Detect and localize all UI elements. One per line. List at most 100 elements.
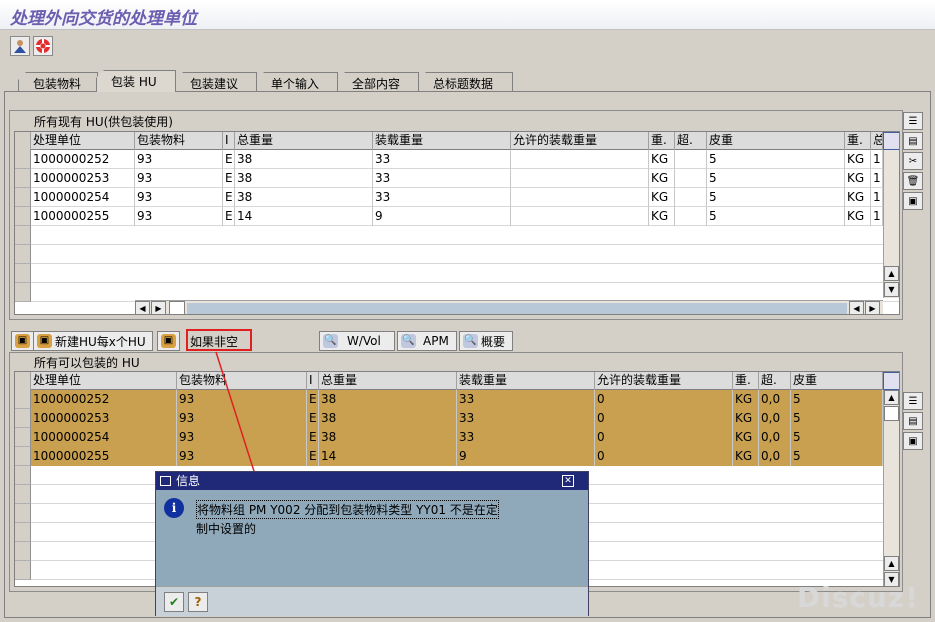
pack-icon-button[interactable]: ▣ (11, 331, 34, 351)
cell: 9 (373, 207, 511, 226)
tab-packaging-material[interactable]: 包装物料 (18, 72, 98, 92)
col-header[interactable]: 装载重量 (457, 372, 595, 390)
col-header[interactable]: 总重量 (235, 132, 373, 150)
cell: 1000000252 (31, 150, 135, 169)
row-selector[interactable] (15, 207, 31, 226)
tab-single-entry[interactable]: 单个输入 (256, 72, 338, 92)
apm-button[interactable]: 🔍 APM (397, 331, 457, 351)
row-selector[interactable] (15, 523, 31, 542)
scroll-right-icon[interactable]: ▶ (865, 301, 880, 314)
wvol-button[interactable]: 🔍 W/Vol (319, 331, 395, 351)
table-row[interactable]: 1000000254 93 E 38 33 KG 5 KG 1 (15, 188, 899, 207)
help-lifebuoy-icon[interactable] (33, 36, 53, 56)
details-icon[interactable]: ☰ (903, 392, 923, 410)
column-layout-icon[interactable] (883, 372, 899, 390)
row-selector[interactable] (15, 428, 31, 447)
row-selector[interactable] (15, 169, 31, 188)
tab-pack-hu[interactable]: 包装 HU (96, 70, 176, 92)
scroll-thumb[interactable] (169, 301, 185, 314)
row-selector[interactable] (15, 390, 31, 409)
row-selector[interactable] (15, 283, 31, 302)
package-icon[interactable]: ▣ (903, 192, 923, 210)
col-header[interactable]: 超. (675, 132, 707, 150)
details-icon[interactable]: ☰ (903, 112, 923, 130)
row-selector[interactable] (15, 188, 31, 207)
row-selector[interactable] (15, 504, 31, 523)
col-header[interactable]: 总 (871, 132, 883, 150)
scroll-up-icon[interactable]: ▲ (884, 556, 899, 571)
scroll-down-icon[interactable]: ▼ (884, 282, 899, 297)
row-selector[interactable] (15, 409, 31, 428)
row-selector[interactable] (15, 245, 31, 264)
table-row[interactable]: 1000000253 93 E 38 33 KG 5 KG 1 (15, 169, 899, 188)
new-hu-per-x-button[interactable]: ▣ 新建HU每x个HU (33, 331, 153, 351)
tab-packing-proposal[interactable]: 包装建议 (175, 72, 257, 92)
table-row[interactable]: 1000000252 93 E 38 33 KG 5 KG 1 (15, 150, 899, 169)
close-icon[interactable]: ✕ (562, 475, 574, 487)
row-selector[interactable] (15, 150, 31, 169)
col-header[interactable]: 重. (845, 132, 871, 150)
user-icon[interactable] (10, 36, 30, 56)
watermark: Discuz! (796, 581, 919, 614)
col-header[interactable]: 允许的装载重量 (511, 132, 649, 150)
vertical-scrollbar[interactable]: ▲ ▲ ▼ (883, 390, 899, 586)
col-header[interactable]: 处理单位 (31, 372, 177, 390)
col-header[interactable]: 皮重 (707, 132, 845, 150)
delete-icon[interactable]: 🗑 (903, 172, 923, 190)
existing-hu-title: 所有现有 HU(供包装使用) (34, 115, 173, 129)
cut-icon[interactable]: ✂ (903, 152, 923, 170)
tab-all-content[interactable]: 全部内容 (337, 72, 419, 92)
cell: 0,0 (759, 390, 791, 409)
cell: 93 (135, 169, 223, 188)
scroll-up-icon[interactable]: ▲ (884, 266, 899, 281)
scroll-left-icon[interactable]: ◀ (849, 301, 864, 314)
scroll-up-icon[interactable]: ▲ (884, 390, 899, 405)
select-all-cell[interactable] (15, 372, 31, 390)
horizontal-scrollbar[interactable]: ◀ ▶ ◀ ▶ (135, 300, 883, 314)
table-row-empty[interactable] (15, 245, 899, 264)
scroll-track[interactable] (187, 303, 847, 314)
vertical-scrollbar[interactable]: ▲ ▼ (883, 150, 899, 298)
col-header[interactable]: 超. (759, 372, 791, 390)
col-header[interactable]: 包装物料 (135, 132, 223, 150)
table-row-empty[interactable] (15, 264, 899, 283)
cell: 38 (319, 428, 457, 447)
print-icon[interactable]: ▤ (903, 412, 923, 430)
confirm-check-icon[interactable]: ✔ (164, 592, 184, 612)
col-header[interactable]: 装载重量 (373, 132, 511, 150)
row-selector[interactable] (15, 264, 31, 283)
package-icon[interactable]: ▣ (903, 432, 923, 450)
row-selector[interactable] (15, 561, 31, 580)
col-header[interactable]: 允许的装载重量 (595, 372, 733, 390)
col-header[interactable]: 处理单位 (31, 132, 135, 150)
scroll-thumb[interactable] (884, 406, 899, 421)
cell: E (307, 409, 319, 428)
row-selector[interactable] (15, 226, 31, 245)
row-selector[interactable] (15, 447, 31, 466)
scroll-left-icon[interactable]: ◀ (135, 301, 150, 314)
col-header[interactable]: 总重量 (319, 372, 457, 390)
summary-button[interactable]: 🔍 概要 (459, 331, 513, 351)
table-row-empty[interactable] (15, 226, 899, 245)
table-row[interactable]: 1000000255 93 E 14 9 0 KG 0,0 5 (15, 447, 899, 466)
col-header[interactable]: 皮重 (791, 372, 883, 390)
pack-icon-button[interactable]: ▣ (157, 331, 180, 351)
col-header[interactable]: 重. (733, 372, 759, 390)
cell: 0 (595, 428, 733, 447)
table-row[interactable]: 1000000252 93 E 38 33 0 KG 0,0 5 (15, 390, 899, 409)
table-row[interactable]: 1000000255 93 E 14 9 KG 5 KG 1 (15, 207, 899, 226)
table-row[interactable]: 1000000254 93 E 38 33 0 KG 0,0 5 (15, 428, 899, 447)
table-row[interactable]: 1000000253 93 E 38 33 0 KG 0,0 5 (15, 409, 899, 428)
column-layout-icon[interactable] (883, 132, 899, 150)
scroll-right-icon[interactable]: ▶ (151, 301, 166, 314)
select-all-cell[interactable] (15, 132, 31, 150)
col-header[interactable]: 重. (649, 132, 675, 150)
tab-header-data[interactable]: 总标题数据 (418, 72, 513, 92)
help-question-icon[interactable]: ? (188, 592, 208, 612)
col-header[interactable]: I (307, 372, 319, 390)
print-icon[interactable]: ▤ (903, 132, 923, 150)
row-selector[interactable] (15, 542, 31, 561)
row-selector[interactable] (15, 466, 31, 485)
row-selector[interactable] (15, 485, 31, 504)
col-header[interactable]: I (223, 132, 235, 150)
